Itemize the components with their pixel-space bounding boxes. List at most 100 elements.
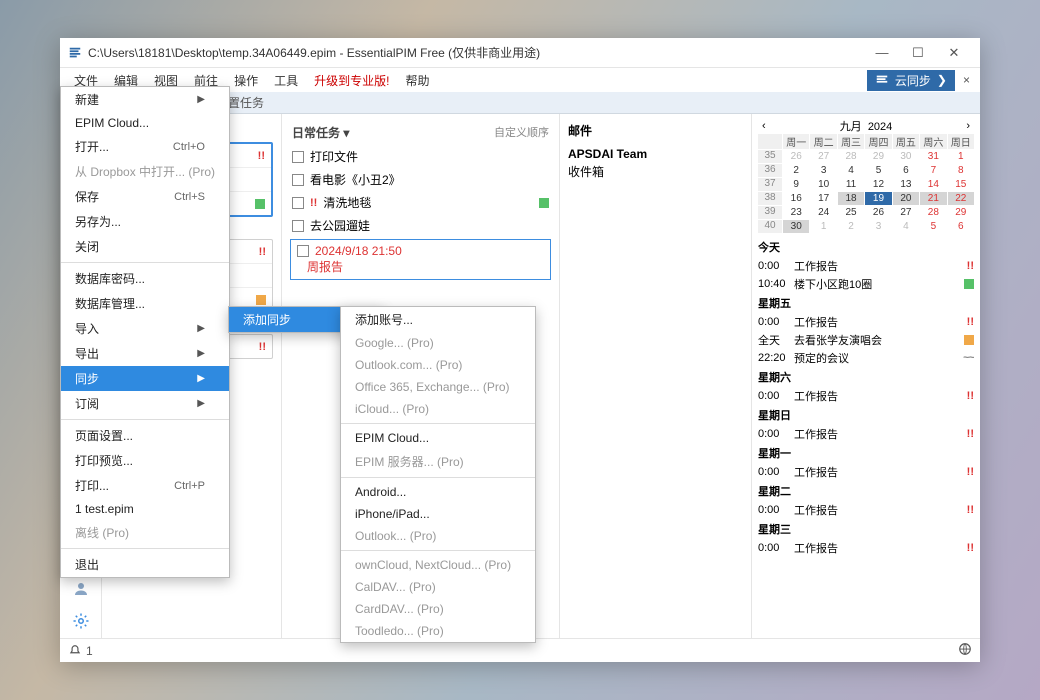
- menu-item[interactable]: 同步▶: [61, 366, 229, 391]
- tasks-sort[interactable]: 自定义顺序: [494, 124, 549, 141]
- agenda-row[interactable]: 全天去看张学友演唱会: [758, 331, 974, 349]
- menu-4[interactable]: 操作: [226, 70, 266, 91]
- menu-item[interactable]: iPhone/iPad...: [341, 503, 535, 525]
- cal-cell[interactable]: [758, 134, 782, 149]
- cal-cell[interactable]: 16: [783, 192, 809, 205]
- cal-cell[interactable]: 10: [810, 178, 836, 191]
- cal-cell[interactable]: 29: [948, 206, 974, 219]
- checkbox[interactable]: [292, 197, 304, 209]
- checkbox[interactable]: [292, 174, 304, 186]
- task-row[interactable]: 去公园遛娃: [290, 214, 551, 237]
- task-row[interactable]: !!清洗地毯: [290, 191, 551, 214]
- cal-cell[interactable]: 周五: [893, 134, 919, 149]
- cal-cell[interactable]: 周二: [810, 134, 836, 149]
- menu-item[interactable]: 保存Ctrl+S: [61, 184, 229, 209]
- cal-cell[interactable]: 4: [838, 164, 864, 177]
- menu-item[interactable]: 数据库密码...: [61, 266, 229, 291]
- cal-cell[interactable]: 2: [838, 220, 864, 233]
- cal-cell[interactable]: 5: [865, 164, 891, 177]
- cal-cell[interactable]: 8: [948, 164, 974, 177]
- cal-cell[interactable]: 9: [783, 178, 809, 191]
- menu-item[interactable]: 退出: [61, 552, 229, 577]
- agenda-row[interactable]: 0:00工作报告!!: [758, 425, 974, 443]
- menu-item[interactable]: 打印预览...: [61, 448, 229, 473]
- cal-cell[interactable]: 13: [893, 178, 919, 191]
- cal-cell[interactable]: 21: [920, 192, 946, 205]
- cal-cell[interactable]: 3: [865, 220, 891, 233]
- cal-cell[interactable]: 23: [783, 206, 809, 219]
- menu-item[interactable]: EPIM Cloud...: [61, 112, 229, 134]
- cal-cell[interactable]: 40: [758, 220, 782, 233]
- mail-account[interactable]: APSDAI Team: [568, 145, 743, 163]
- menu-item[interactable]: 关闭: [61, 234, 229, 259]
- menu-item[interactable]: 打印...Ctrl+P: [61, 473, 229, 498]
- agenda-row[interactable]: 22:20预定的会议~~: [758, 349, 974, 367]
- cal-cell[interactable]: 37: [758, 178, 782, 191]
- cal-cell[interactable]: 1: [810, 220, 836, 233]
- cal-cell[interactable]: 28: [920, 206, 946, 219]
- cal-cell[interactable]: 26: [865, 206, 891, 219]
- cal-cell[interactable]: 4: [893, 220, 919, 233]
- tasks-title[interactable]: 日常任务: [292, 126, 340, 140]
- cal-cell[interactable]: 12: [865, 178, 891, 191]
- cal-cell[interactable]: 38: [758, 192, 782, 205]
- menu-7[interactable]: 帮助: [397, 70, 437, 91]
- person-icon[interactable]: [72, 580, 90, 598]
- cal-cell[interactable]: 1: [948, 150, 974, 163]
- cloud-sync-banner[interactable]: 云同步 ❯: [867, 70, 955, 91]
- cal-cell[interactable]: 2: [783, 164, 809, 177]
- agenda-row[interactable]: 0:00工作报告!!: [758, 501, 974, 519]
- cloud-close-button[interactable]: ×: [959, 73, 974, 87]
- menu-item[interactable]: 新建▶: [61, 87, 229, 112]
- cal-cell[interactable]: 31: [920, 150, 946, 163]
- checkbox[interactable]: [297, 245, 309, 257]
- menu-item[interactable]: Android...: [341, 481, 535, 503]
- cal-next[interactable]: ›: [966, 120, 970, 132]
- mail-inbox[interactable]: 收件箱: [568, 163, 743, 180]
- cal-cell[interactable]: 6: [948, 220, 974, 233]
- cal-cell[interactable]: 7: [920, 164, 946, 177]
- cal-cell[interactable]: 18: [838, 192, 864, 205]
- agenda-row[interactable]: 0:00工作报告!!: [758, 313, 974, 331]
- language-button[interactable]: [958, 642, 972, 659]
- menu-item[interactable]: EPIM Cloud...: [341, 427, 535, 449]
- task-row[interactable]: 看电影《小丑2》: [290, 168, 551, 191]
- menu-item[interactable]: 订阅▶: [61, 391, 229, 416]
- menu-item[interactable]: 数据库管理...: [61, 291, 229, 316]
- cal-cell[interactable]: 36: [758, 164, 782, 177]
- agenda-row[interactable]: 0:00工作报告!!: [758, 539, 974, 557]
- cal-cell[interactable]: 19: [865, 192, 891, 205]
- cal-cell[interactable]: 17: [810, 192, 836, 205]
- cal-cell[interactable]: 27: [810, 150, 836, 163]
- cal-cell[interactable]: 30: [783, 220, 809, 233]
- cal-prev[interactable]: ‹: [762, 120, 766, 132]
- cal-cell[interactable]: 20: [893, 192, 919, 205]
- cal-cell[interactable]: 周一: [783, 134, 809, 149]
- cal-cell[interactable]: 3: [810, 164, 836, 177]
- settings-icon[interactable]: [72, 612, 90, 630]
- menu-5[interactable]: 工具: [266, 70, 306, 91]
- cal-cell[interactable]: 30: [893, 150, 919, 163]
- cal-cell[interactable]: 22: [948, 192, 974, 205]
- agenda-row[interactable]: 0:00工作报告!!: [758, 257, 974, 275]
- notifications-button[interactable]: 1: [68, 644, 93, 658]
- cal-cell[interactable]: 35: [758, 150, 782, 163]
- selected-task[interactable]: 2024/9/18 21:50 周报告: [290, 239, 551, 280]
- cal-cell[interactable]: 39: [758, 206, 782, 219]
- cal-cell[interactable]: 15: [948, 178, 974, 191]
- menu-item[interactable]: 导出▶: [61, 341, 229, 366]
- agenda-row[interactable]: 10:40楼下小区跑10圈: [758, 275, 974, 293]
- cal-cell[interactable]: 28: [838, 150, 864, 163]
- maximize-button[interactable]: ☐: [900, 39, 936, 67]
- menu-item[interactable]: 另存为...: [61, 209, 229, 234]
- cal-cell[interactable]: 周六: [920, 134, 946, 149]
- cal-cell[interactable]: 29: [865, 150, 891, 163]
- menu-item[interactable]: 1 test.epim: [61, 498, 229, 520]
- cal-cell[interactable]: 27: [893, 206, 919, 219]
- menu-6[interactable]: 升级到专业版!: [306, 70, 397, 91]
- menu-item[interactable]: 导入▶: [61, 316, 229, 341]
- agenda-row[interactable]: 0:00工作报告!!: [758, 387, 974, 405]
- checkbox[interactable]: [292, 220, 304, 232]
- cal-cell[interactable]: 周四: [865, 134, 891, 149]
- cal-cell[interactable]: 周三: [838, 134, 864, 149]
